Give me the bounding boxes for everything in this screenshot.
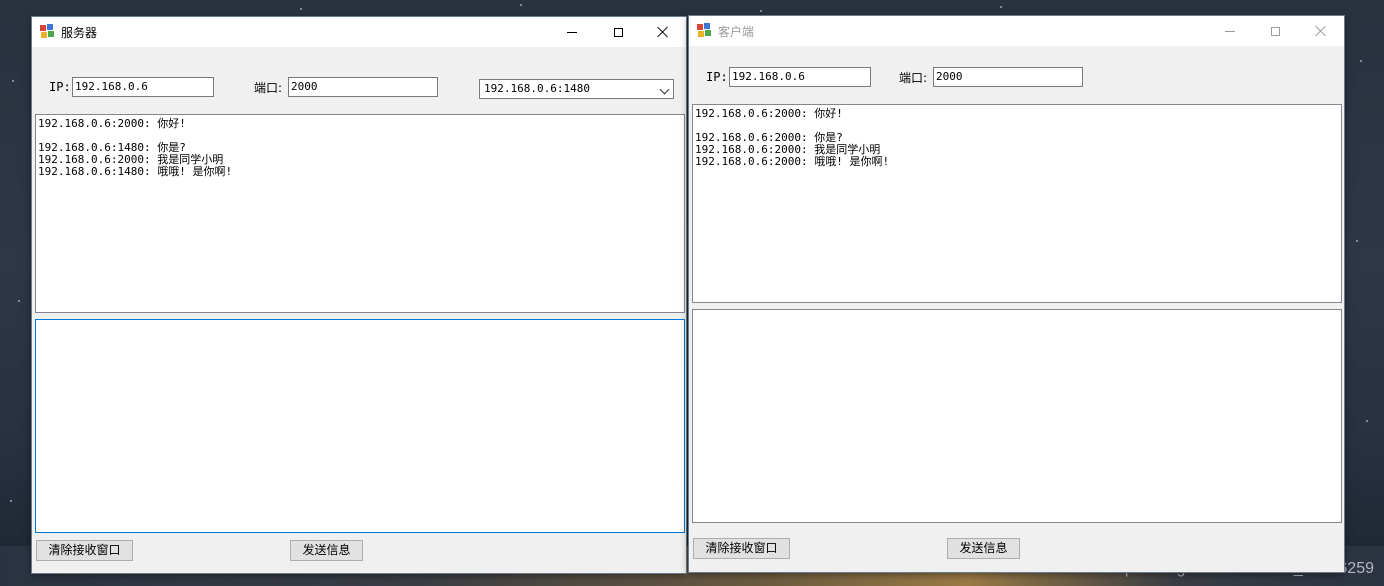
client-select[interactable]: 192.168.0.6:1480: [479, 79, 674, 99]
client-titlebar[interactable]: 客户端: [689, 16, 1344, 46]
message-line: 192.168.0.6:2000: 哦哦! 是你啊!: [695, 155, 890, 168]
message-line: 192.168.0.6:2000: 你好!: [695, 107, 843, 120]
close-button[interactable]: [640, 17, 686, 47]
star: [520, 4, 522, 6]
star: [1360, 60, 1362, 62]
star: [1000, 6, 1002, 8]
desktop: https://blog.csdn.net/baidu_19356259 服务器…: [0, 0, 1384, 586]
window-title: 服务器: [61, 26, 98, 40]
port-label: 端口:: [899, 71, 928, 85]
star: [760, 10, 762, 12]
port-label: 端口:: [254, 81, 283, 95]
star: [1356, 240, 1358, 242]
minimize-button[interactable]: [549, 17, 595, 47]
star: [1366, 420, 1368, 422]
star: [10, 500, 12, 502]
close-icon: [657, 26, 669, 38]
star: [12, 80, 14, 82]
message-line: 192.168.0.6:2000: 你好!: [38, 117, 186, 130]
ip-label: IP:: [49, 80, 71, 94]
close-button[interactable]: [1298, 16, 1344, 46]
receive-textarea[interactable]: 192.168.0.6:2000: 你好! 192.168.0.6:2000: 你…: [692, 104, 1342, 303]
maximize-button[interactable]: [1252, 16, 1298, 46]
receive-textarea[interactable]: 192.168.0.6:2000: 你好! 192.168.0.6:1480: 你…: [35, 114, 685, 313]
chevron-down-icon: [659, 84, 670, 95]
minimize-button[interactable]: [1207, 16, 1253, 46]
maximize-button[interactable]: [595, 17, 641, 47]
port-input[interactable]: 2000: [933, 67, 1083, 87]
ip-label: IP:: [706, 70, 728, 84]
winforms-app-icon: [40, 24, 55, 38]
ip-input[interactable]: 192.168.0.6: [72, 77, 214, 97]
ip-input[interactable]: 192.168.0.6: [729, 67, 871, 87]
send-textarea[interactable]: [35, 319, 685, 533]
star: [300, 8, 302, 10]
minimize-icon: [1225, 30, 1235, 32]
server-titlebar[interactable]: 服务器: [32, 17, 686, 47]
star: [18, 300, 20, 302]
minimize-icon: [567, 31, 577, 33]
message-line: 192.168.0.6:1480: 哦哦! 是你啊!: [38, 165, 233, 178]
port-input[interactable]: 2000: [288, 77, 438, 97]
close-icon: [1315, 25, 1327, 37]
clear-receive-button[interactable]: 清除接收窗口: [36, 540, 133, 561]
winforms-app-icon: [697, 23, 712, 37]
client-window: 客户端 IP: 192.168.0.6 端口: 2000 192.168.0.6…: [689, 16, 1344, 572]
maximize-icon: [1270, 26, 1280, 36]
send-message-button[interactable]: 发送信息: [947, 538, 1020, 559]
clear-receive-button[interactable]: 清除接收窗口: [693, 538, 790, 559]
send-message-button[interactable]: 发送信息: [290, 540, 363, 561]
maximize-icon: [613, 27, 623, 37]
server-window: 服务器 IP: 192.168.0.6 端口: 2000 192.168.0.6…: [32, 17, 686, 573]
send-textarea[interactable]: [692, 309, 1342, 523]
window-title: 客户端: [718, 25, 755, 39]
client-select-value: 192.168.0.6:1480: [484, 82, 590, 95]
